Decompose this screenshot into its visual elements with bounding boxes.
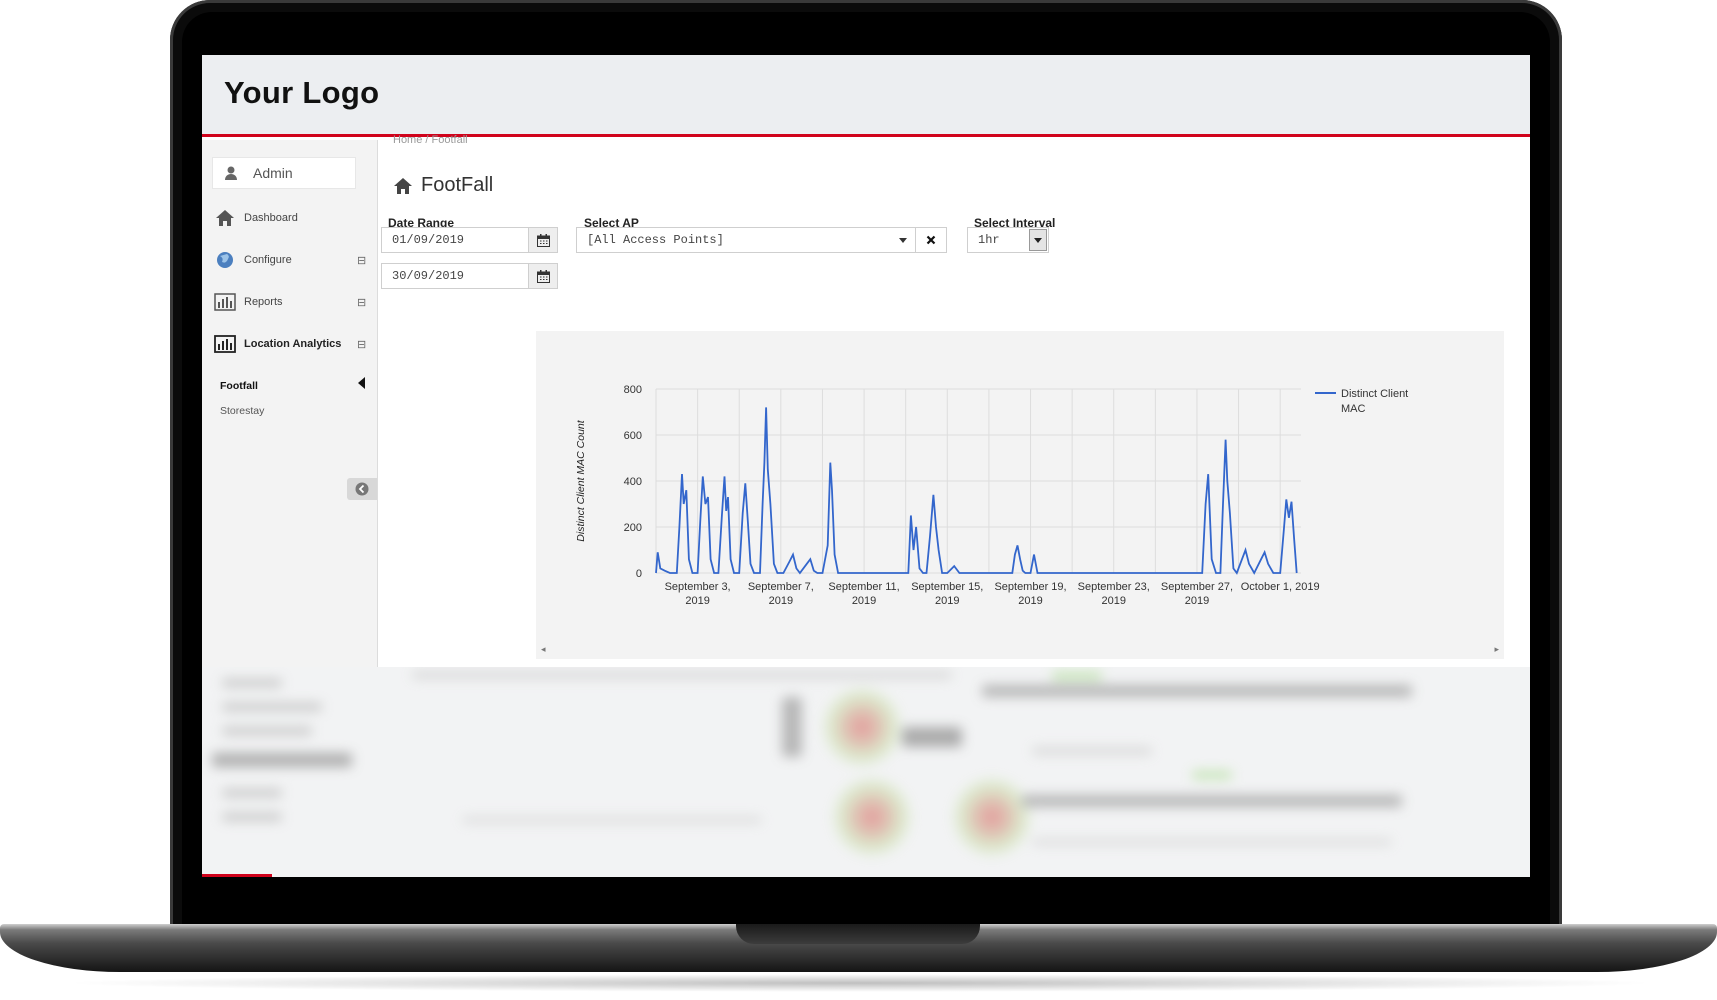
x-tick-label: September 3, [665,581,731,593]
date-to-input[interactable]: 30/09/2019 [381,263,529,289]
app-header: Your Logo [202,55,1530,137]
blur-bar [212,753,352,767]
sidebar-item-label: Configure [244,254,292,266]
blurred-content [202,667,1530,877]
x-tick-label: September 19, [994,581,1066,593]
blur-bar [1032,747,1152,755]
blur-bar [222,679,282,687]
y-tick-label: 800 [624,384,642,396]
home-icon [394,177,412,194]
interval-select[interactable]: 1hr [967,227,1049,253]
access-point-select-value: [All Access Points] [587,233,724,247]
footfall-chart: 0 200 400 600 800 September 3, 2019 September 7… [575,384,1408,607]
arrow-left-circle-icon [355,482,369,496]
x-tick-label: September 23, [1078,581,1150,593]
accent-line [202,874,272,877]
blur-heatmap-blob [832,777,912,857]
home-icon [216,210,234,226]
x-tick-label: September 15, [911,581,983,593]
scroll-left-arrow-icon[interactable]: ◂ [541,644,546,655]
page-title-text: FootFall [421,174,494,196]
blur-bar [782,697,802,757]
sidebar-item-dashboard[interactable]: Dashboard [214,208,298,228]
x-tick-label: September 11, [828,581,899,593]
blur-heatmap-blob [822,687,902,767]
expand-toggle-icon[interactable]: ⊟ [357,296,366,309]
logo[interactable]: Your Logo [224,75,379,111]
blur-bar [1022,795,1402,807]
sidebar-item-reports[interactable]: Reports [214,292,283,312]
blur-bar [222,789,282,797]
blur-bar [222,813,282,821]
scroll-right-arrow-icon[interactable]: ▸ [1494,644,1499,655]
bar-chart-icon [214,293,236,311]
chevron-down-icon [899,238,907,243]
dropdown-arrow-icon[interactable] [1029,229,1047,251]
x-tick-label: 2019 [935,595,959,607]
x-tick-label: 2019 [1101,595,1125,607]
blurred-dashboard-preview [202,667,1530,877]
blur-bar [462,817,762,823]
sidebar-collapse-button[interactable] [347,478,377,500]
clear-ap-button[interactable] [915,227,947,253]
sidebar-subitem-footfall[interactable]: Footfall [220,380,258,392]
blur-bar [222,703,322,711]
calendar-icon [536,269,550,283]
blur-bar [412,671,952,679]
laptop-mockup: Your Logo Admin Dashboard Configure ⊟ Re… [0,0,1717,1000]
breadcrumb[interactable]: Home / Footfall [393,134,468,146]
sidebar-item-label: Reports [244,296,283,308]
x-tick-label: September 27, [1161,581,1233,593]
y-tick-label: 600 [624,430,642,442]
user-menu[interactable]: Admin [212,157,356,189]
blur-bar [1052,672,1102,680]
blur-bar [222,727,312,735]
blur-bar [1192,771,1232,779]
sidebar-subitem-storestay[interactable]: Storestay [220,405,264,417]
blur-heatmap-blob [952,777,1032,857]
main-content: Home / Footfall FootFall Date Range 01/0… [378,134,1530,667]
sidebar-item-configure[interactable]: Configure [214,250,292,270]
bar-chart-icon [214,335,236,353]
y-tick-label: 400 [624,476,642,488]
globe-icon [217,252,233,268]
page-title: FootFall [393,174,493,197]
x-tick-label: 2019 [685,595,709,607]
calendar-icon [536,233,550,247]
footfall-chart-panel: 0 200 400 600 800 September 3, 2019 September 7… [536,331,1504,659]
sidebar-item-location-analytics[interactable]: Location Analytics [214,334,341,354]
app-screen: Your Logo Admin Dashboard Configure ⊟ Re… [202,55,1530,877]
legend-label: MAC [1341,403,1366,415]
user-icon [225,166,237,180]
blur-bar [902,727,962,747]
x-tick-label: 2019 [1185,595,1209,607]
date-from-input[interactable]: 01/09/2019 [381,227,529,253]
x-tick-label: 2019 [852,595,876,607]
y-tick-label: 200 [624,522,642,534]
x-tick-label: 2019 [769,595,793,607]
date-from-calendar-button[interactable] [528,227,558,253]
y-axis-label: Distinct Client MAC Count [575,419,587,541]
active-caret-icon [358,377,365,389]
x-tick-label: September 7, [748,581,814,593]
x-tick-label: October 1, 2019 [1241,581,1320,593]
user-name: Admin [253,165,293,181]
y-tick-label: 0 [636,568,642,580]
blur-bar [1032,839,1392,845]
sidebar: Admin Dashboard Configure ⊟ Reports ⊟ Lo… [202,140,378,667]
interval-select-value: 1hr [978,233,1000,247]
legend-label: Distinct Client [1341,388,1408,400]
sidebar-item-label: Dashboard [244,212,298,224]
sidebar-item-label: Location Analytics [244,338,342,350]
blur-bar [982,685,1412,697]
expand-toggle-icon[interactable]: ⊟ [357,254,366,267]
laptop-notch [736,924,980,944]
collapse-toggle-icon[interactable]: ⊟ [357,338,366,351]
access-point-select[interactable]: [All Access Points] [576,227,916,253]
date-to-calendar-button[interactable] [528,263,558,289]
x-tick-label: 2019 [1018,595,1042,607]
laptop-shadow [60,974,1660,992]
close-icon [926,235,936,245]
series-line-distinct-client-mac [655,407,1298,575]
